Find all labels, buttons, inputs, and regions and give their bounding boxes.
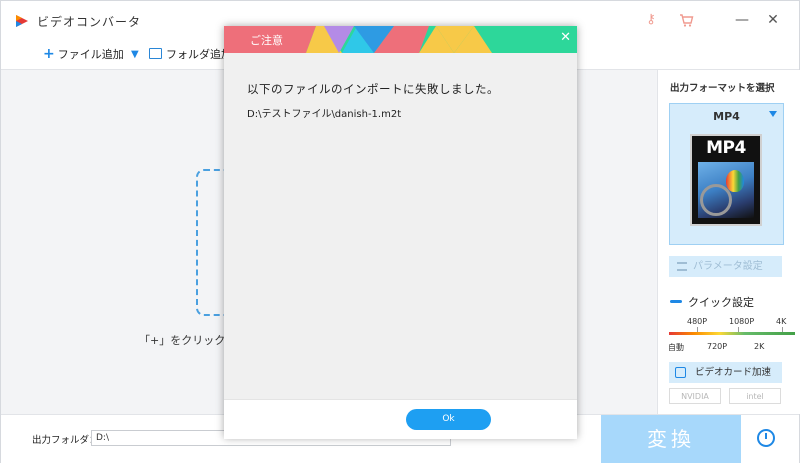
gpu-acceleration-toggle[interactable]: ビデオカード加速 — [669, 362, 782, 383]
alarm-clock-icon[interactable] — [757, 429, 775, 447]
app-logo-icon — [16, 15, 28, 27]
format-name: MP4 — [713, 110, 740, 123]
res-2k: 2K — [754, 342, 765, 351]
format-image-text: MP4 — [706, 138, 746, 158]
key-icon[interactable]: ⚷ — [641, 10, 661, 30]
parameter-settings-button[interactable]: パラメータ設定 — [669, 256, 782, 277]
quick-settings-label: クイック設定 — [688, 296, 754, 309]
minimize-button[interactable]: — — [732, 10, 752, 30]
format-section-title: 出力フォーマットを選択 — [670, 83, 775, 94]
add-file-label: ファイル追加 — [57, 48, 124, 61]
film-reel-icon — [700, 184, 732, 216]
balloon-icon — [726, 170, 744, 192]
dialog-close-button[interactable]: ✕ — [560, 30, 571, 45]
right-panel: 出力フォーマットを選択 MP4 MP4 パラメータ設定 クイック設定 480P … — [657, 70, 800, 414]
quick-settings-icon — [670, 300, 682, 303]
convert-button[interactable]: 変換 — [601, 415, 741, 463]
res-720p: 720P — [707, 342, 728, 351]
app-title: ビデオコンバータ — [37, 15, 142, 29]
gpu-acceleration-label: ビデオカード加速 — [695, 367, 772, 378]
quick-settings-title: クイック設定 — [670, 294, 754, 310]
chevron-down-icon: ▼ — [131, 49, 139, 60]
mp4-format-icon: MP4 — [690, 134, 762, 226]
cart-icon[interactable] — [676, 10, 696, 30]
add-file-button[interactable]: + ファイル追加 — [43, 46, 124, 62]
add-file-dropdown[interactable]: ▼ — [131, 47, 139, 60]
output-folder-label: 出力フォルダ： — [32, 435, 99, 446]
dialog-message: 以下のファイルのインポートに失敗しました。 — [247, 82, 499, 96]
notice-dialog: ご注意 ✕ 以下のファイルのインポートに失敗しました。 D:\テストファイル\d… — [224, 26, 577, 439]
intel-chip: intel — [729, 388, 781, 404]
failed-file-path: D:\テストファイル\danish-1.m2t — [247, 109, 402, 120]
chevron-down-icon — [769, 111, 777, 117]
dialog-body: 以下のファイルのインポートに失敗しました。 D:\テストファイル\danish-… — [224, 53, 577, 399]
res-4k: 4K — [776, 317, 787, 326]
format-selector[interactable]: MP4 MP4 — [669, 103, 784, 245]
add-folder-button[interactable]: フォルダ追加 — [149, 46, 232, 62]
chip-icon — [675, 367, 686, 378]
ok-button[interactable]: Ok — [406, 409, 491, 430]
dialog-header: ご注意 ✕ — [224, 26, 577, 53]
res-auto: 自動 — [668, 343, 684, 352]
folder-icon — [149, 48, 162, 59]
add-folder-label: フォルダ追加 — [166, 48, 232, 61]
res-1080p: 1080P — [729, 317, 755, 326]
res-480p: 480P — [687, 317, 708, 326]
close-window-button[interactable]: ✕ — [763, 10, 783, 30]
sliders-icon — [677, 262, 687, 271]
dialog-footer: Ok — [224, 399, 577, 439]
plus-icon: + — [43, 46, 55, 62]
dialog-title: ご注意 — [250, 34, 283, 47]
quality-slider[interactable] — [669, 332, 795, 335]
nvidia-chip: NVIDIA — [669, 388, 721, 404]
parameter-settings-label: パラメータ設定 — [693, 261, 763, 272]
